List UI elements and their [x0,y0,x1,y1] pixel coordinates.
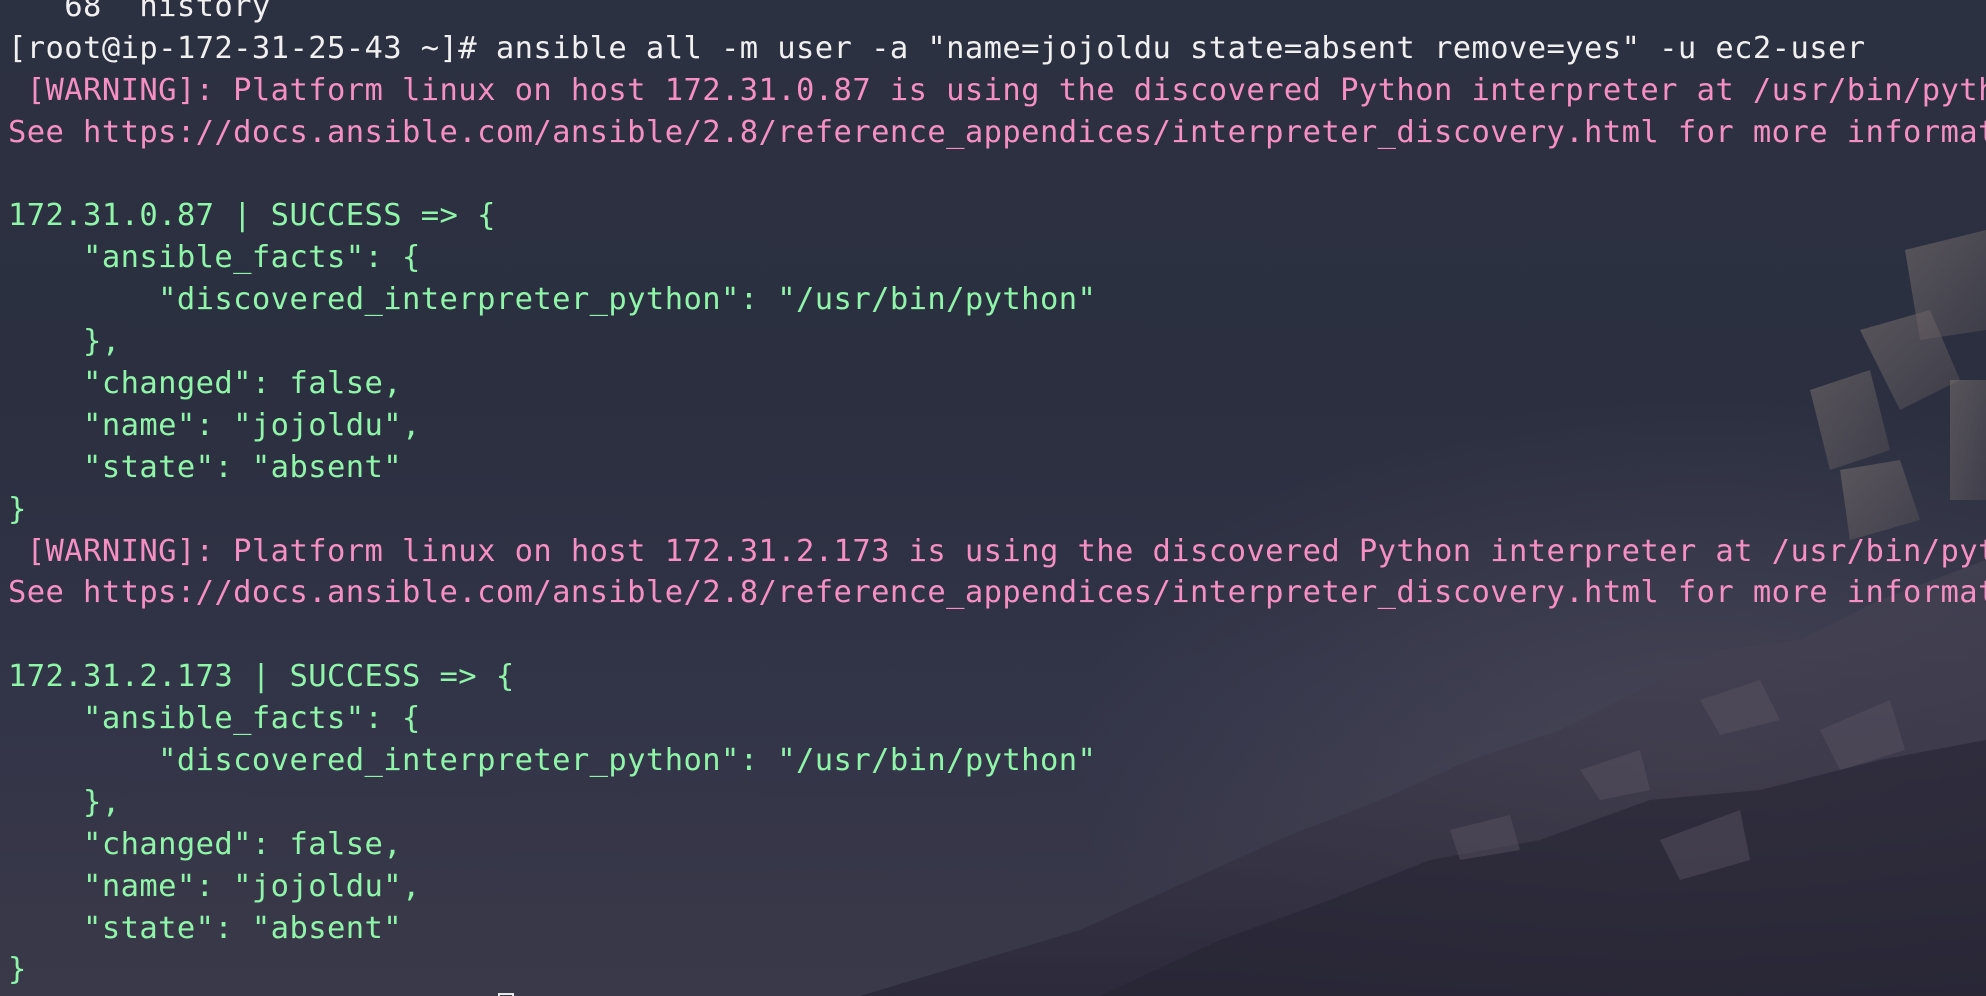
terminal-line-text: "changed": false, [8,366,403,402]
terminal-line-text: "ansible_facts": { [8,701,421,737]
terminal-line-text: "name": "jojoldu", [8,868,421,904]
terminal-line-text: }, [8,784,121,820]
terminal-line-text: 172.31.0.87 | SUCCESS => { [8,198,496,234]
terminal-window[interactable]: 68 history [root@ip-172-31-25-43 ~]# ansi… [0,0,1986,996]
terminal-line-text: "ansible_facts": { [8,240,421,276]
terminal-line: "state": "absent" [8,447,1986,489]
terminal-line: "state": "absent" [8,908,1986,950]
terminal-line: "name": "jojoldu", [8,866,1986,908]
terminal-line: }, [8,321,1986,363]
terminal-line: "discovered_interpreter_python": "/usr/b… [8,279,1986,321]
terminal-line: "discovered_interpreter_python": "/usr/b… [8,740,1986,782]
terminal-line: [WARNING]: Platform linux on host 172.31… [8,70,1986,112]
terminal-output: 68 history [root@ip-172-31-25-43 ~]# ansi… [8,0,1986,996]
terminal-line-text: } [8,491,27,527]
terminal-line: "name": "jojoldu", [8,405,1986,447]
terminal-line: [root@ip-172-31-25-43 ~]# ansible all -m… [8,28,1986,70]
terminal-line: [root@ip-172-31-25-43 ~]# [8,991,1986,996]
terminal-line: See https://docs.ansible.com/ansible/2.8… [8,112,1986,154]
terminal-line-text: "discovered_interpreter_python": "/usr/b… [8,743,1097,779]
terminal-line: "ansible_facts": { [8,237,1986,279]
terminal-line-text: See https://docs.ansible.com/ansible/2.8… [8,575,1986,611]
terminal-line-text: [WARNING]: Platform linux on host 172.31… [8,533,1986,569]
terminal-line: [WARNING]: Platform linux on host 172.31… [8,531,1986,573]
terminal-line-text: "discovered_interpreter_python": "/usr/b… [8,282,1097,318]
terminal-line-text: See https://docs.ansible.com/ansible/2.8… [8,114,1986,150]
terminal-line-text: "changed": false, [8,826,403,862]
terminal-line: 172.31.2.173 | SUCCESS => { [8,656,1986,698]
terminal-line: }, [8,782,1986,824]
terminal-line-text: [WARNING]: Platform linux on host 172.31… [8,72,1986,108]
terminal-line: "ansible_facts": { [8,698,1986,740]
terminal-line: 68 history [8,0,1986,28]
terminal-line: See https://docs.ansible.com/ansible/2.8… [8,572,1986,614]
terminal-line-text: [root@ip-172-31-25-43 ~]# ansible all -m… [8,30,1866,66]
terminal-line-text: "state": "absent" [8,910,403,946]
terminal-line-text: } [8,952,27,988]
terminal-line-text: "name": "jojoldu", [8,407,421,443]
terminal-line: 172.31.0.87 | SUCCESS => { [8,195,1986,237]
terminal-line: } [8,489,1986,531]
terminal-line-text: "state": "absent" [8,449,403,485]
terminal-line: } [8,949,1986,991]
terminal-line: "changed": false, [8,824,1986,866]
terminal-line-text: 68 history [8,0,271,24]
terminal-line-text: 172.31.2.173 | SUCCESS => { [8,659,515,695]
terminal-line-text: }, [8,324,121,360]
terminal-line: "changed": false, [8,363,1986,405]
